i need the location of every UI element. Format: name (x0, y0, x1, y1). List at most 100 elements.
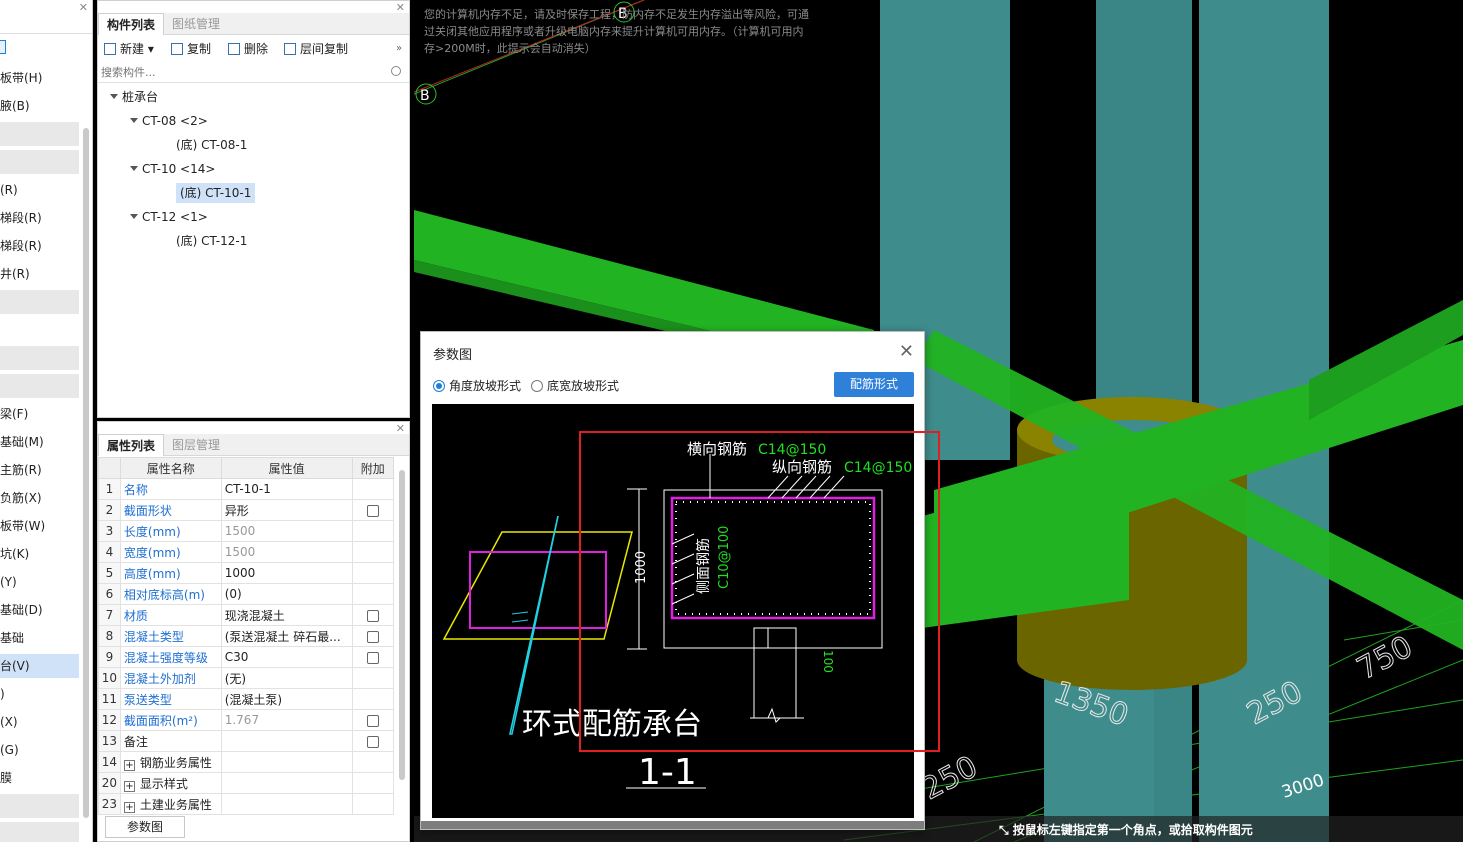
attach-checkbox[interactable] (366, 735, 379, 748)
radio-bottom-width-slope[interactable]: 底宽放坡形式 (531, 377, 619, 394)
property-value[interactable]: 1500 (220, 541, 353, 563)
expand-plus-icon[interactable]: + (123, 801, 135, 813)
sidebar-item[interactable] (0, 290, 79, 314)
property-row[interactable]: 8 混凝土类型 (泵送混凝土 碎石最... (98, 625, 395, 647)
tree-item[interactable]: CT-08 <2> (130, 111, 208, 131)
sidebar-item[interactable]: 基础 (0, 626, 79, 650)
property-row[interactable]: 5 高度(mm) 1000 (98, 562, 395, 584)
property-value[interactable] (220, 772, 353, 794)
sidebar-item[interactable]: 板带(H) (0, 66, 79, 90)
property-value[interactable]: 1500 (220, 520, 353, 542)
property-row[interactable]: 4 宽度(mm) 1500 (98, 541, 395, 563)
expand-arrow-icon[interactable] (110, 94, 118, 99)
property-value[interactable]: C30 (220, 646, 353, 668)
property-row[interactable]: 20 + 显示样式 (98, 772, 395, 794)
property-row[interactable]: 12 截面面积(m²) 1.767 (98, 709, 395, 731)
sidebar-item[interactable]: (Y) (0, 570, 79, 594)
tree-item[interactable]: CT-12 <1> (130, 207, 208, 227)
property-row[interactable]: 6 相对底标高(m) (0) (98, 583, 395, 605)
delete-button[interactable]: 删除 (228, 40, 268, 58)
property-row[interactable]: 2 截面形状 异形 (98, 499, 395, 521)
sidebar-item[interactable]: 台(V) (0, 654, 79, 678)
sidebar-item[interactable]: (R) (0, 178, 79, 202)
row-index: 3 (98, 520, 121, 542)
sidebar-item[interactable]: (G) (0, 738, 79, 762)
sidebar-item[interactable] (0, 794, 79, 818)
property-row[interactable]: 10 混凝土外加剂 (无) (98, 667, 395, 689)
tab-property-list[interactable]: 属性列表 (98, 434, 165, 456)
sidebar-item[interactable]: 主筋(R) (0, 458, 79, 482)
sidebar-item[interactable]: 坑(K) (0, 542, 79, 566)
sidebar-item[interactable]: 梁(F) (0, 402, 79, 426)
property-value[interactable]: (0) (220, 583, 353, 605)
expand-plus-icon[interactable]: + (123, 780, 135, 792)
sidebar-item[interactable] (0, 318, 79, 342)
tree-item[interactable]: (底) CT-10-1 (176, 183, 256, 203)
expand-arrow-icon[interactable] (130, 214, 138, 219)
property-value[interactable]: (无) (220, 667, 353, 689)
property-row[interactable]: 9 混凝土强度等级 C30 (98, 646, 395, 668)
sidebar-item[interactable]: 梯段(R) (0, 234, 79, 258)
search-icon[interactable] (391, 66, 401, 76)
property-value[interactable]: CT-10-1 (220, 478, 353, 500)
parameter-diagram-button[interactable]: 参数图 (105, 816, 185, 838)
col-property-name: 属性名称 (119, 457, 222, 479)
property-row[interactable]: 23 + 土建业务属性 (98, 793, 395, 815)
sidebar-item[interactable]: 板带(W) (0, 514, 79, 538)
sidebar-item[interactable]: 膜 (0, 766, 79, 790)
property-value[interactable] (220, 730, 353, 752)
new-button[interactable]: 新建 ▾ (104, 40, 154, 58)
sidebar-item[interactable]: (X) (0, 710, 79, 734)
property-row[interactable]: 14 + 钢筋业务属性 (98, 751, 395, 773)
toolbar-more-icon[interactable]: » (396, 40, 402, 58)
property-value[interactable]: 异形 (220, 499, 353, 521)
sidebar-item[interactable]: 腋(B) (0, 94, 79, 118)
close-icon[interactable]: ✕ (899, 341, 914, 362)
sidebar-item[interactable]: ) (0, 682, 79, 706)
sidebar-item[interactable]: 负筋(X) (0, 486, 79, 510)
component-search-input[interactable] (98, 63, 378, 81)
tree-item[interactable]: (底) CT-12-1 (176, 231, 247, 251)
sidebar-scrollbar[interactable] (83, 128, 89, 818)
property-value[interactable]: 现浇混凝土 (220, 604, 353, 626)
property-value[interactable] (220, 751, 353, 773)
attach-checkbox[interactable] (366, 630, 379, 643)
sidebar-item[interactable] (0, 822, 79, 842)
property-value[interactable]: 1.767 (220, 709, 353, 731)
property-row[interactable]: 7 材质 现浇混凝土 (98, 604, 395, 626)
tree-item[interactable]: CT-10 <14> (130, 159, 215, 179)
floor-copy-button[interactable]: 层间复制 (284, 40, 348, 58)
sidebar-item[interactable]: 基础(D) (0, 598, 79, 622)
tab-drawing-management[interactable]: 图纸管理 (164, 13, 228, 35)
property-row[interactable]: 13 备注 (98, 730, 395, 752)
sidebar-item[interactable] (0, 150, 79, 174)
copy-button[interactable]: 复制 (171, 40, 211, 58)
property-row[interactable]: 3 长度(mm) 1500 (98, 520, 395, 542)
property-value[interactable]: (泵送混凝土 碎石最... (220, 625, 353, 647)
property-scrollbar[interactable] (399, 470, 405, 780)
tab-component-list[interactable]: 构件列表 (98, 13, 165, 35)
attach-checkbox[interactable] (366, 609, 379, 622)
property-value[interactable] (220, 793, 353, 815)
sidebar-item[interactable] (0, 346, 79, 370)
sidebar-item[interactable] (0, 122, 79, 146)
property-row[interactable]: 1 名称 CT-10-1 (98, 478, 395, 500)
attach-checkbox[interactable] (366, 714, 379, 727)
attach-checkbox[interactable] (366, 504, 379, 517)
sidebar-item[interactable]: 基础(M) (0, 430, 79, 454)
expand-arrow-icon[interactable] (130, 118, 138, 123)
reinforcement-form-button[interactable]: 配筋形式 (834, 372, 914, 397)
sidebar-item[interactable] (0, 374, 79, 398)
expand-plus-icon[interactable]: + (123, 759, 135, 771)
property-value[interactable]: 1000 (220, 562, 353, 584)
property-value[interactable]: (混凝土泵) (220, 688, 353, 710)
sidebar-item[interactable]: 井(R) (0, 262, 79, 286)
sidebar-item[interactable]: 梯段(R) (0, 206, 79, 230)
radio-angle-slope[interactable]: 角度放坡形式 (433, 377, 521, 394)
property-row[interactable]: 11 泵送类型 (混凝土泵) (98, 688, 395, 710)
tree-item[interactable]: (底) CT-08-1 (176, 135, 247, 155)
tab-layer-management[interactable]: 图层管理 (164, 434, 228, 456)
attach-checkbox[interactable] (366, 651, 379, 664)
tree-item[interactable]: 桩承台 (110, 87, 158, 107)
expand-arrow-icon[interactable] (130, 166, 138, 171)
